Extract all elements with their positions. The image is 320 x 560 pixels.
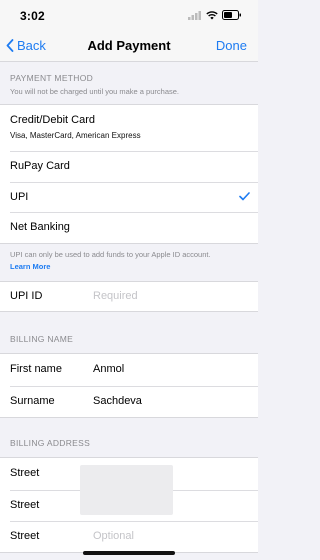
learn-more-link[interactable]: Learn More [10,262,50,271]
option-label: RuPay Card [10,160,70,172]
status-time: 3:02 [20,9,45,23]
upi-note: UPI can only be used to add funds to you… [10,249,250,273]
battery-icon [222,10,241,20]
home-indicator [83,551,175,555]
upi-id-label: UPI ID [10,290,43,302]
wifi-icon [206,10,218,19]
billing-address-header: BILLING ADDRESS [10,438,91,448]
upi-note-text: UPI can only be used to add funds to you… [10,250,211,259]
billing-name-header: BILLING NAME [10,334,74,344]
upi-id-row[interactable]: UPI ID Required [0,282,258,311]
done-button[interactable]: Done [216,38,247,53]
surname-label: Surname [10,395,55,407]
upi-id-field[interactable]: Required [93,290,138,302]
street-1-label: Street [10,467,40,479]
status-icons [188,10,242,20]
option-sublabel: Visa, MasterCard, American Express [10,131,141,140]
upi-group: UPI ID Required [0,281,258,312]
billing-name-group: First name Anmol Surname Sachdeva [0,353,258,418]
payment-method-list: Credit/Debit Card Visa, MasterCard, Amer… [0,104,258,244]
street-2-label: Street [10,499,40,511]
signal-icon [188,10,201,20]
surname-row[interactable]: Surname Sachdeva [0,386,258,417]
option-net-banking[interactable]: Net Banking [0,212,258,243]
first-name-field[interactable]: Anmol [93,363,124,375]
option-label: Credit/Debit Card [10,114,95,126]
navigation-bar: Back Add Payment Done [0,30,258,62]
option-rupay-card[interactable]: RuPay Card [0,151,258,182]
status-bar: 3:02 [0,0,258,30]
surname-field[interactable]: Sachdeva [93,395,142,407]
first-name-row[interactable]: First name Anmol [0,354,258,386]
street-3-field[interactable]: Optional [93,530,134,542]
payment-method-subheader: You will not be charged until you make a… [10,87,179,96]
option-upi[interactable]: UPI [0,182,258,212]
option-label: UPI [10,191,29,203]
street-3-row[interactable]: Street Optional [0,521,258,552]
first-name-label: First name [10,363,62,375]
option-label: Net Banking [10,221,70,233]
street-3-label: Street [10,530,40,542]
checkmark-icon [239,192,250,201]
option-credit-debit-card[interactable]: Credit/Debit Card Visa, MasterCard, Amer… [0,105,258,151]
redacted-street-value[interactable] [80,465,173,515]
payment-method-header: PAYMENT METHOD [10,73,94,83]
